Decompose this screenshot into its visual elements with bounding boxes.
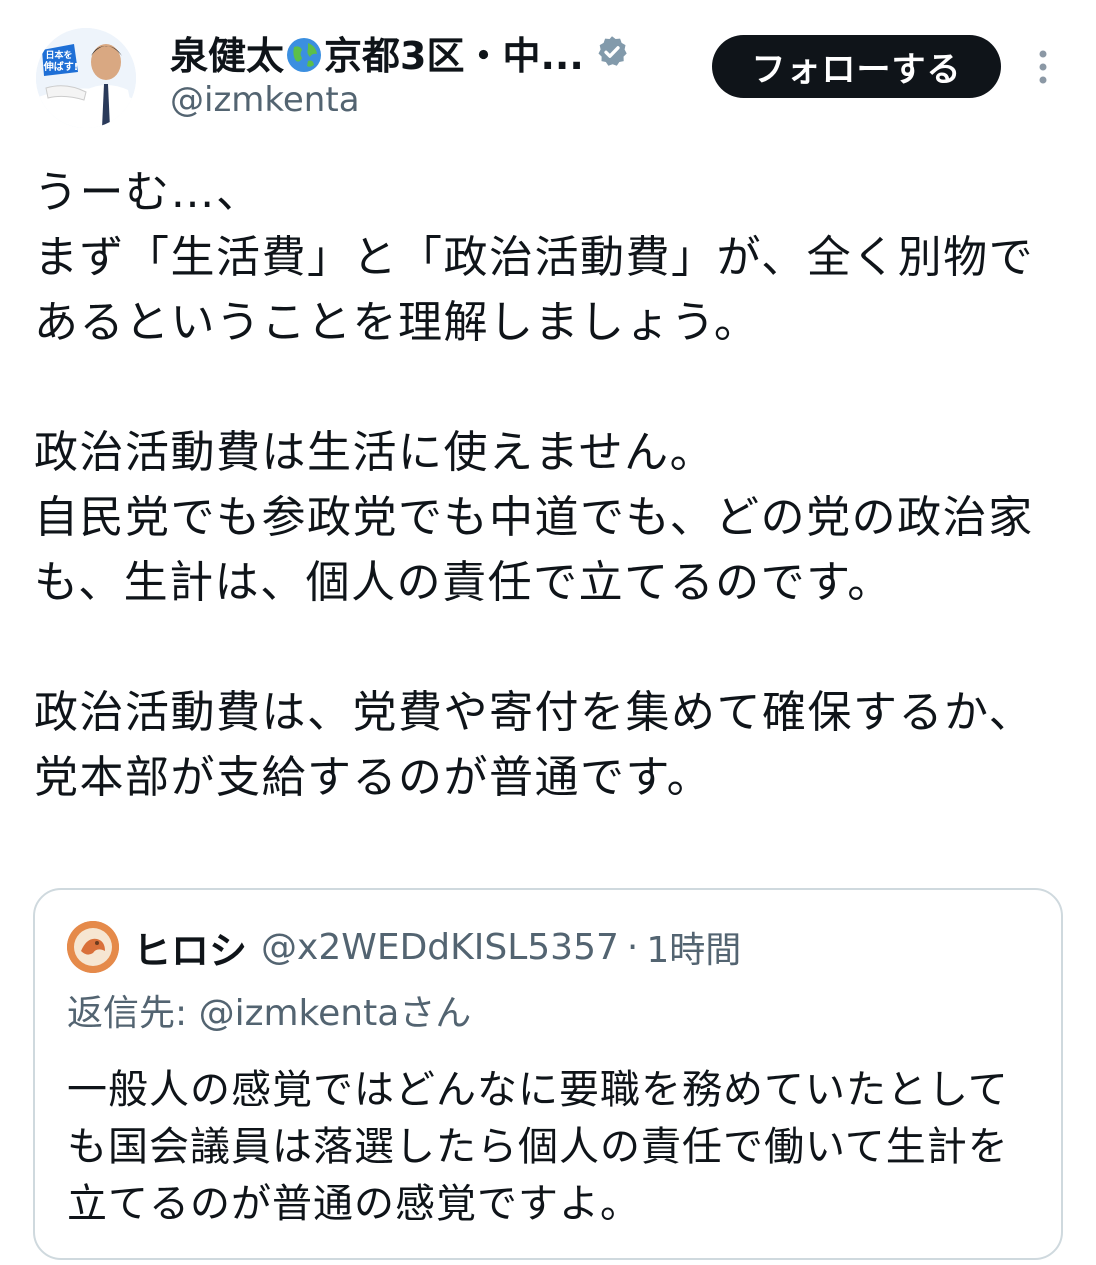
separator-dot: ·	[626, 926, 639, 968]
more-vertical-icon[interactable]	[1032, 48, 1054, 86]
author-display-name-suffix: 京都3区・中...	[324, 33, 584, 78]
author-avatar[interactable]: 日本を 伸ばす!	[36, 28, 136, 128]
reply-to-label: 返信先:	[67, 993, 199, 1034]
tweet-line: 自民党でも参政党でも中道でも、どの党の政治家も、生計は、個人の責任で立てるのです…	[34, 492, 1034, 608]
quoted-author-handle[interactable]: @x2WEDdKISL5357	[261, 927, 619, 968]
svg-text:日本を: 日本を	[45, 49, 72, 61]
tweet-text: うーむ…、 まず「生活費」と「政治活動費」が、全く別物であるということを理解しま…	[34, 160, 1044, 810]
reply-to-handle[interactable]: @izmkentaさん	[199, 993, 472, 1034]
author-handle[interactable]: @izmkenta	[170, 80, 360, 120]
quoted-tweet-header: ヒロシ @x2WEDdKISL5357 · 1時間	[67, 920, 741, 974]
quoted-tweet-card[interactable]: ヒロシ @x2WEDdKISL5357 · 1時間 返信先: @izmkenta…	[33, 888, 1063, 1260]
verified-icon	[598, 36, 627, 66]
svg-text:伸ばす!: 伸ばす!	[43, 60, 79, 73]
tweet-blank-line	[34, 355, 1044, 420]
quoted-timestamp[interactable]: 1時間	[646, 921, 741, 973]
author-avatar-image: 日本を 伸ばす!	[36, 28, 136, 128]
tweet-line: うーむ…、	[34, 167, 262, 218]
quoted-author-avatar[interactable]	[67, 921, 119, 973]
author-name-row[interactable]: 泉健太 京都3区・中...	[170, 26, 630, 78]
reply-to-line: 返信先: @izmkentaさん	[67, 984, 471, 1036]
tweet-line: まず「生活費」と「政治活動費」が、全く別物であるということを理解しましょう。	[34, 232, 1035, 348]
tweet-line: 政治活動費は、党費や寄付を集めて確保するか、党本部が支給するのが普通です。	[34, 687, 1035, 803]
quoted-author-name[interactable]: ヒロシ	[133, 920, 247, 975]
quoted-tweet-text: 一般人の感覚ではどんなに要職を務めていたとしても国会議員は落選したら個人の責任で…	[67, 1067, 1009, 1227]
quoted-avatar-image	[67, 921, 119, 973]
tweet-line: 政治活動費は生活に使えません。	[34, 427, 716, 478]
author-display-name-main: 泉健太	[170, 33, 285, 78]
globe-icon	[287, 37, 322, 72]
tweet-blank-line	[34, 615, 1044, 680]
follow-button[interactable]: フォローする	[712, 35, 1001, 98]
author-display-name[interactable]: 泉健太 京都3区・中...	[170, 25, 584, 80]
